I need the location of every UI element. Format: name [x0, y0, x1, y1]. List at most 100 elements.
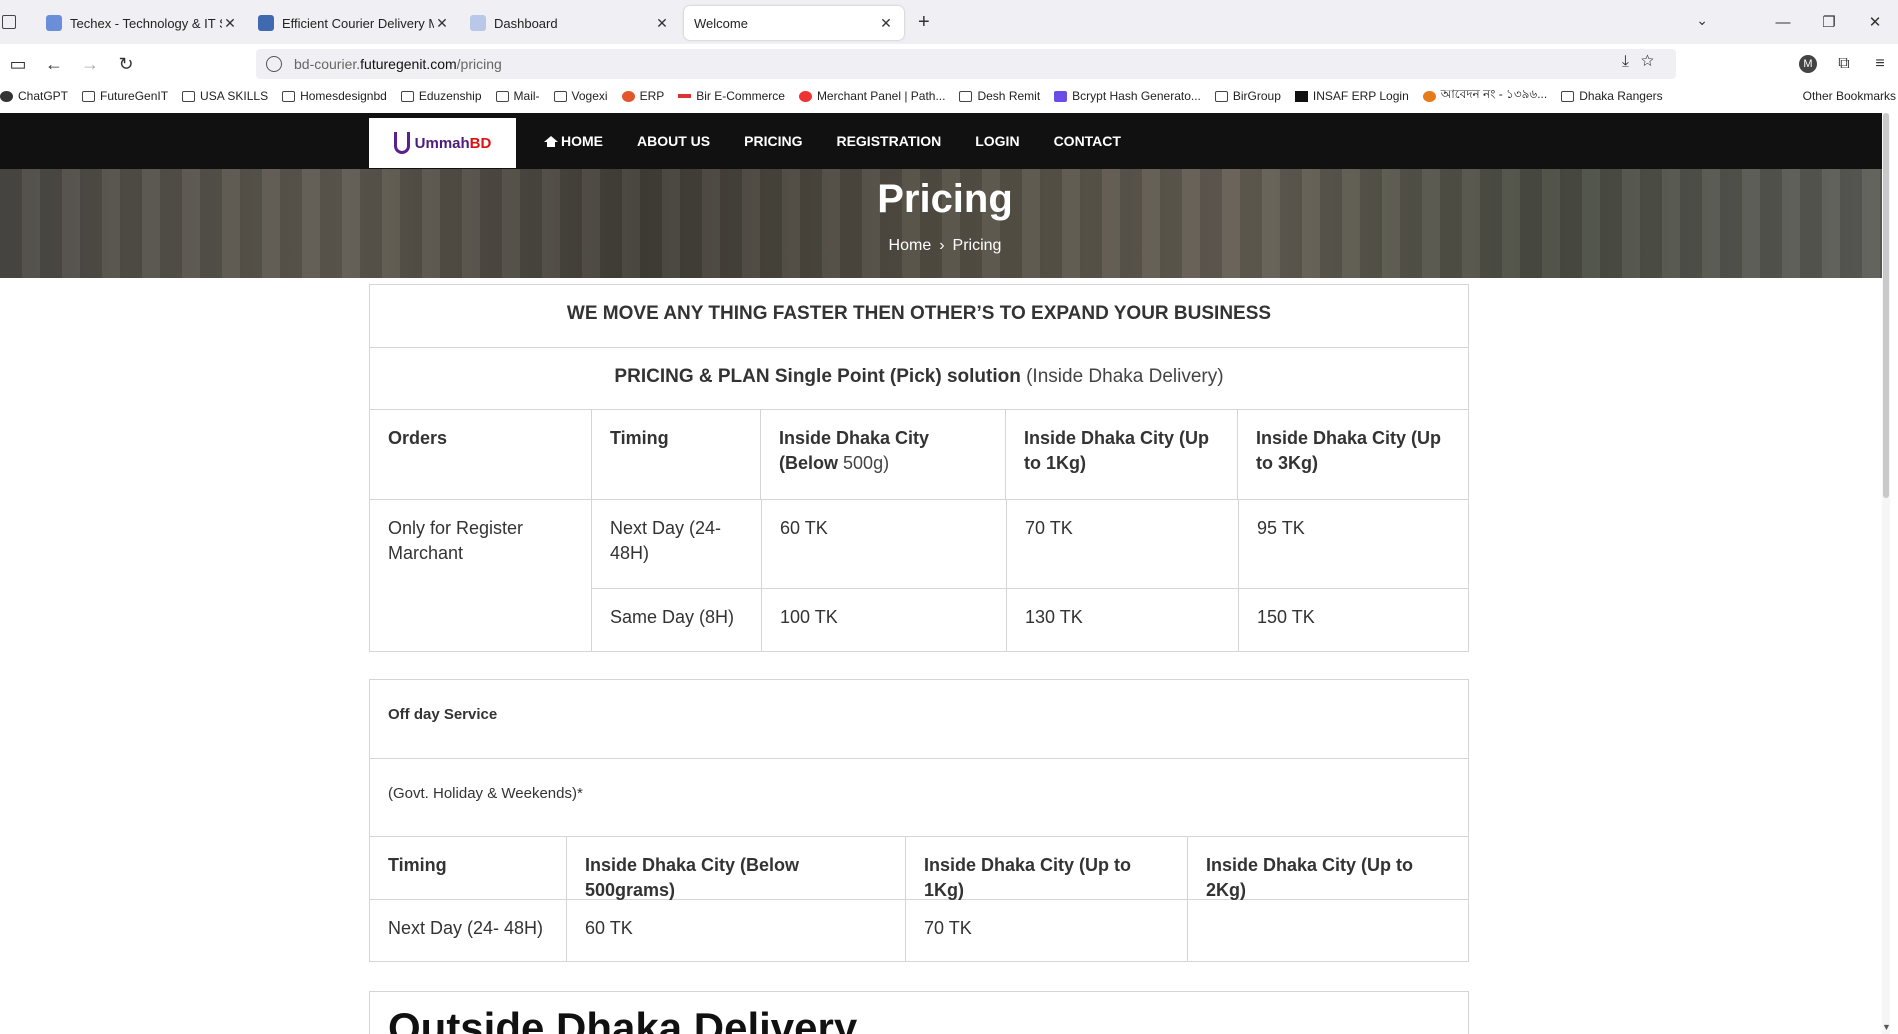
- extensions-icon[interactable]: ⧉: [1826, 55, 1862, 73]
- bookmark-item[interactable]: Dhaka Rangers: [1561, 89, 1663, 103]
- bookmark-item[interactable]: USA SKILLS: [182, 89, 268, 103]
- tab-courier[interactable]: Efficient Courier Delivery Manag ✕: [248, 6, 460, 40]
- table-header-row: Timing Inside Dhaka City (Below 500grams…: [370, 836, 1468, 900]
- bookmarks-bar: ChatGPT FutureGenIT USA SKILLS Homesdesi…: [0, 84, 1898, 108]
- header-bold: 1Kg): [1046, 453, 1087, 474]
- bir-icon: [678, 94, 692, 98]
- bookmark-item[interactable]: Merchant Panel | Path...: [798, 89, 945, 103]
- table-header-row: Orders Timing Inside Dhaka City (Below 5…: [370, 409, 1468, 499]
- toolbar-right: M ⧉ ≡: [1790, 44, 1898, 84]
- timing-cell: Same Day (8H): [610, 607, 735, 627]
- chevron-down-icon[interactable]: ⌄: [1696, 12, 1708, 29]
- timing-cell: Next Day (24-48H): [610, 518, 722, 564]
- close-window-icon[interactable]: ✕: [1852, 13, 1898, 31]
- column-header: Timing: [388, 855, 447, 875]
- breadcrumb: Home › Pricing: [0, 237, 1890, 255]
- close-icon[interactable]: ✕: [878, 15, 894, 32]
- application-icon: [1422, 90, 1436, 102]
- table-row: Next Day (24-48H) 60 TK 70 TK 95 TK: [592, 500, 1468, 588]
- sidebar-icon[interactable]: ▭: [0, 54, 36, 75]
- menu-icon[interactable]: ≡: [1862, 55, 1898, 73]
- bookmark-label: Bcrypt Hash Generato...: [1072, 89, 1201, 103]
- navigation-bar: ▭ ← → ↻ bd-courier. futuregenit.com/prici…: [0, 44, 1898, 84]
- scrollbar-thumb[interactable]: [1883, 113, 1889, 498]
- menu-contact[interactable]: CONTACT: [1054, 133, 1121, 149]
- other-bookmarks[interactable]: Other Bookmarks: [1785, 89, 1896, 103]
- close-icon[interactable]: ✕: [654, 15, 670, 32]
- new-tab-icon[interactable]: +: [918, 11, 930, 34]
- inside-dhaka-pricing-table: WE MOVE ANY THING FASTER THEN OTHER’S TO…: [369, 284, 1469, 652]
- close-icon[interactable]: ✕: [434, 15, 450, 32]
- column-header: Inside Dhaka City (Up to 1Kg): [1005, 410, 1237, 499]
- bookmark-item[interactable]: INSAF ERP Login: [1294, 89, 1409, 103]
- back-icon[interactable]: ←: [36, 54, 72, 75]
- courier-favicon-icon: [258, 15, 274, 31]
- column-header: Inside Dhaka City (Up to 1Kg): [905, 837, 1187, 900]
- bookmark-label: USA SKILLS: [200, 89, 269, 103]
- bookmark-item[interactable]: Bir E-Commerce: [678, 89, 785, 103]
- bookmark-item[interactable]: Desh Remit: [959, 89, 1040, 103]
- insaf-icon: [1294, 90, 1308, 102]
- web-page: Ummah BD HOME ABOUT US PRICING REGISTRATI…: [0, 113, 1890, 1034]
- bookmark-item[interactable]: Homesdesignbd: [282, 89, 387, 103]
- table-headline: WE MOVE ANY THING FASTER THEN OTHER’S TO…: [566, 303, 1272, 324]
- logo-text-accent: BD: [469, 134, 492, 152]
- bookmark-item[interactable]: আবেদন নং - ১৩৯৬...: [1422, 86, 1547, 106]
- bookmark-label: ChatGPT: [18, 89, 69, 103]
- tab-techex[interactable]: Techex - Technology & IT Servic ✕: [36, 6, 248, 40]
- url-domain: futuregenit.com: [360, 56, 457, 72]
- bookmark-item[interactable]: ChatGPT: [0, 89, 68, 103]
- download-and-bookmark-icons[interactable]: ⤓☆: [1622, 53, 1666, 71]
- bookmark-item[interactable]: Bcrypt Hash Generato...: [1054, 89, 1201, 103]
- bookmark-label: Bir E-Commerce: [696, 89, 785, 103]
- forward-icon[interactable]: →: [72, 54, 108, 75]
- bookmark-item[interactable]: BirGroup: [1214, 89, 1281, 103]
- profile-avatar[interactable]: M: [1799, 55, 1817, 73]
- breadcrumb-home-link[interactable]: Home: [889, 237, 932, 254]
- bookmark-item[interactable]: Eduzenship: [400, 89, 482, 103]
- restore-icon[interactable]: ❐: [1806, 13, 1852, 31]
- folder-icon: [553, 90, 567, 102]
- bcrypt-icon: [1054, 90, 1068, 102]
- bookmark-label: INSAF ERP Login: [1312, 89, 1409, 103]
- price-cell: 95 TK: [1238, 500, 1468, 588]
- breadcrumb-separator-icon: ›: [939, 237, 945, 254]
- menu-about[interactable]: ABOUT US: [637, 133, 710, 149]
- menu-registration[interactable]: REGISTRATION: [836, 133, 941, 149]
- menu-login[interactable]: LOGIN: [975, 133, 1019, 149]
- bookmark-item[interactable]: Vogexi: [553, 89, 608, 103]
- price-cell: 60 TK: [566, 900, 905, 961]
- browser-window: Techex - Technology & IT Servic ✕ Effici…: [0, 0, 1898, 108]
- header-normal: 500g): [843, 453, 890, 474]
- menu-home[interactable]: HOME: [544, 133, 603, 149]
- plan-caption-normal: (Inside Dhaka Delivery): [1020, 366, 1224, 387]
- table-row: Next Day (24- 48H) 60 TK 70 TK: [370, 899, 1468, 961]
- price-cell: 100 TK: [761, 589, 1006, 651]
- reload-icon[interactable]: ↻: [108, 54, 144, 75]
- plan-caption-bold: PRICING & PLAN Single Point (Pick) solut…: [614, 366, 1021, 387]
- site-info-icon[interactable]: [266, 56, 282, 72]
- tab-title: Techex - Technology & IT Servic: [70, 15, 222, 31]
- menu-pricing[interactable]: PRICING: [744, 133, 802, 149]
- tab-list-icon[interactable]: [2, 15, 16, 29]
- site-logo[interactable]: Ummah BD: [369, 118, 516, 168]
- techex-favicon-icon: [46, 15, 62, 31]
- scroll-down-arrow-icon[interactable]: ▼: [1882, 1022, 1890, 1032]
- folder-icon: [1561, 90, 1575, 102]
- bookmark-item[interactable]: ERP: [621, 89, 664, 103]
- close-icon[interactable]: ✕: [222, 15, 238, 32]
- url-path: /pricing: [456, 56, 502, 72]
- column-header: Inside Dhaka City (Below 500grams): [566, 837, 905, 900]
- folder-icon: [400, 90, 414, 102]
- price-cell: 130 TK: [1006, 589, 1238, 651]
- address-bar[interactable]: bd-courier. futuregenit.com/pricing ⤓☆: [256, 49, 1676, 79]
- tab-welcome[interactable]: Welcome ✕: [684, 6, 904, 40]
- bookmark-item[interactable]: FutureGenIT: [82, 89, 168, 103]
- minimize-icon[interactable]: —: [1760, 14, 1806, 31]
- tab-dashboard[interactable]: Dashboard ✕: [460, 6, 680, 40]
- column-header: Orders: [388, 428, 448, 448]
- outside-dhaka-section: Outside Dhaka Delivery: [369, 991, 1469, 1034]
- bookmark-label: Eduzenship: [418, 89, 482, 103]
- bookmark-item[interactable]: Mail-: [495, 89, 540, 103]
- column-header: Inside Dhaka City (Below 500g): [760, 410, 1005, 499]
